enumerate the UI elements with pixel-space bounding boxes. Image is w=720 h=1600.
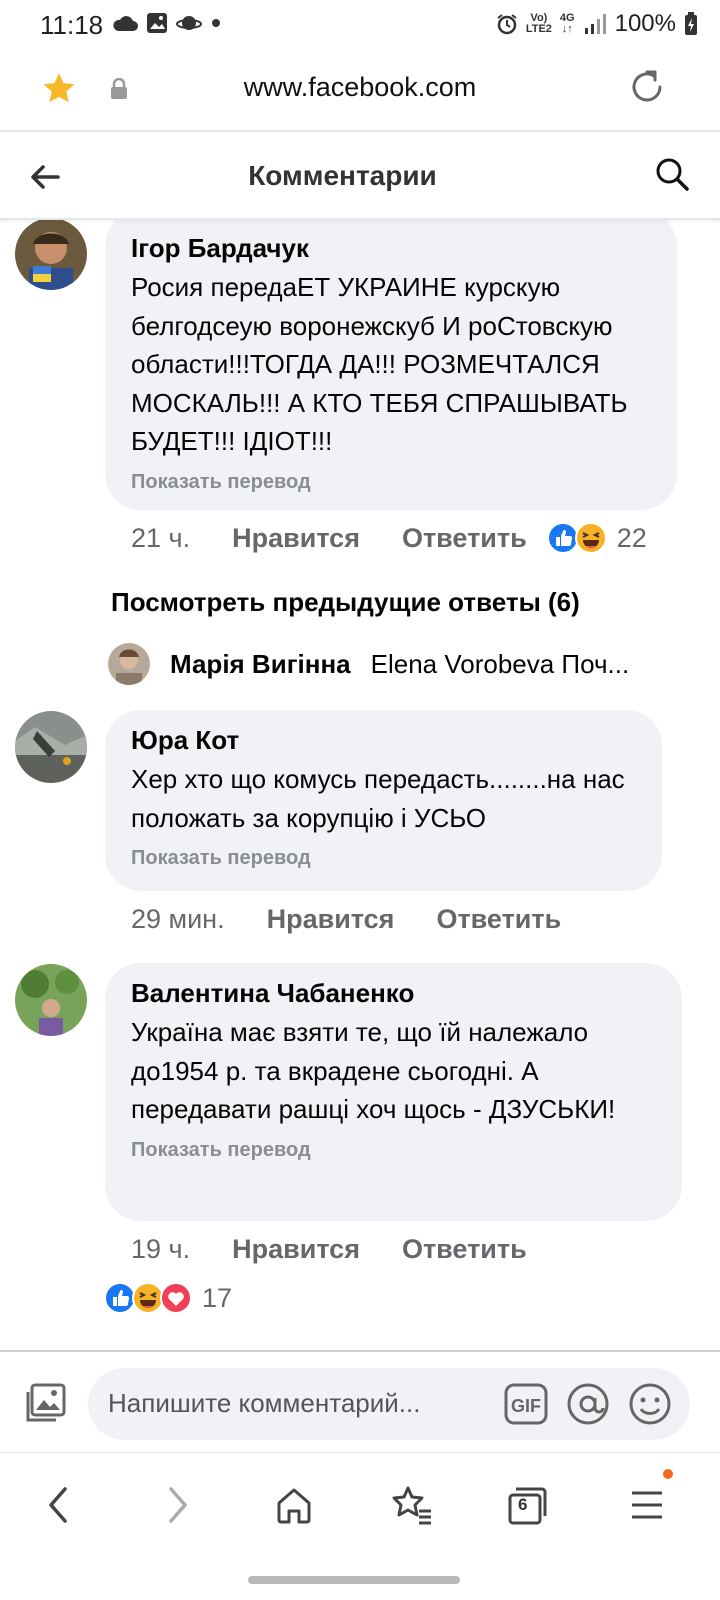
- gif-icon[interactable]: GIF: [504, 1383, 548, 1425]
- home-icon: [277, 1488, 311, 1524]
- page-title: Комментарии: [248, 160, 437, 191]
- comment-composer: Напишите комментарий... GIF: [0, 1350, 720, 1452]
- comment-text: Хер хто що комусь передасть........на на…: [131, 764, 625, 833]
- comment-time[interactable]: 19 ч.: [131, 1234, 190, 1265]
- avatar[interactable]: [15, 964, 87, 1036]
- forward-button[interactable]: [148, 1475, 208, 1535]
- view-previous-replies-link[interactable]: Посмотреть предыдущие ответы (6): [111, 587, 580, 618]
- like-button[interactable]: Нравится: [267, 904, 395, 935]
- gesture-bar[interactable]: [248, 1576, 460, 1584]
- back-button[interactable]: [28, 1475, 88, 1535]
- comment-meta: 21 ч. Нравится Ответить 22: [131, 522, 691, 554]
- avatar[interactable]: [15, 220, 87, 290]
- comment-text: Росия передаЕТ УКРАИНЕ курскую белгодсеу…: [131, 272, 628, 456]
- tab-count: 6: [518, 1495, 528, 1514]
- comment-placeholder[interactable]: Напишите комментарий...: [108, 1388, 420, 1419]
- volte-bottom: LTE2: [525, 23, 552, 35]
- battery-icon: [685, 12, 697, 35]
- avatar[interactable]: [108, 643, 150, 685]
- reply-preview[interactable]: Марія Вигінна Elena Vorobeva Поч...: [108, 643, 698, 685]
- show-translation-link[interactable]: Показать перевод: [131, 847, 638, 870]
- status-time: 11:18: [40, 10, 104, 40]
- comment-meta: 29 мин. Нравится Ответить: [131, 904, 561, 935]
- comment-bubble[interactable]: Валентина Чабаненко Україна має взяти те…: [105, 963, 682, 1221]
- like-button[interactable]: Нравится: [232, 523, 360, 554]
- reply-text: Elena Vorobeva Поч...: [370, 648, 630, 679]
- menu-button[interactable]: [617, 1469, 677, 1535]
- gen-bottom: ↓↑: [561, 23, 573, 35]
- browser-url-bar: www.facebook.com: [0, 50, 720, 132]
- reactions[interactable]: [546, 522, 607, 554]
- emoji-icon[interactable]: [628, 1382, 672, 1426]
- menu-icon: [632, 1491, 662, 1519]
- show-translation-link[interactable]: Показать перевод: [131, 1139, 658, 1162]
- bookmarks-button[interactable]: [382, 1475, 442, 1535]
- battery-percent: 100%: [614, 10, 676, 37]
- reply-button[interactable]: Ответить: [402, 1234, 527, 1265]
- dot-icon: [212, 19, 220, 27]
- comments-list: Ігор Бардачук Росия передаЕТ УКРАИНЕ кур…: [0, 220, 720, 1350]
- reactions[interactable]: [104, 1282, 192, 1314]
- gif-label: GIF: [511, 1396, 541, 1416]
- comment-author[interactable]: Юра Кот: [131, 724, 638, 756]
- mention-icon[interactable]: [566, 1382, 610, 1426]
- signal-icon: [584, 14, 606, 34]
- alarm-icon: [497, 14, 517, 35]
- like-button[interactable]: Нравится: [232, 1234, 360, 1265]
- haha-reaction-icon: [574, 522, 607, 554]
- comment-bubble[interactable]: Ігор Бардачук Росия передаЕТ УКРАИНЕ кур…: [105, 220, 677, 510]
- love-reaction-icon: [160, 1282, 192, 1314]
- cloud-icon: [113, 16, 138, 31]
- reaction-count[interactable]: 17: [202, 1283, 232, 1314]
- comment-reactions[interactable]: 17: [104, 1282, 232, 1314]
- menu-notification-dot: [663, 1469, 673, 1479]
- comment-author[interactable]: Валентина Чабаненко: [131, 977, 658, 1009]
- tabs-button[interactable]: 6: [497, 1475, 557, 1535]
- home-button[interactable]: [264, 1475, 324, 1535]
- show-translation-link[interactable]: Показать перевод: [131, 471, 653, 494]
- comments-header: Комментарии: [0, 132, 720, 220]
- comment-time[interactable]: 21 ч.: [131, 523, 190, 554]
- bookmark-star-list-icon: [392, 1486, 431, 1525]
- chevron-right-icon: [169, 1487, 187, 1523]
- gallery-icon: [147, 13, 167, 33]
- status-right: Vo) LTE2 4G ↓↑ 100%: [496, 10, 698, 38]
- reload-icon[interactable]: [628, 68, 666, 106]
- comment-bubble[interactable]: Юра Кот Хер хто що комусь передасть.....…: [105, 710, 662, 891]
- avatar[interactable]: [15, 711, 87, 783]
- volte-indicator: Vo) LTE2: [526, 13, 552, 35]
- photo-attach-icon[interactable]: [24, 1382, 68, 1426]
- search-icon[interactable]: [654, 156, 690, 192]
- comment-author[interactable]: Ігор Бардачук: [131, 232, 653, 264]
- url-text[interactable]: www.facebook.com: [0, 72, 720, 103]
- reaction-count[interactable]: 22: [617, 523, 647, 554]
- comment-input[interactable]: Напишите комментарий... GIF: [88, 1368, 690, 1440]
- comment-meta: 19 ч. Нравится Ответить: [131, 1234, 527, 1265]
- reply-button[interactable]: Ответить: [436, 904, 561, 935]
- planet-icon: [176, 16, 202, 30]
- chevron-left-icon: [49, 1487, 67, 1523]
- reply-author[interactable]: Марія Вигінна: [170, 649, 351, 680]
- network-gen-indicator: 4G ↓↑: [560, 13, 575, 35]
- reply-button[interactable]: Ответить: [402, 523, 527, 554]
- comment-text: Україна має взяти те, що їй належало до1…: [131, 1017, 616, 1124]
- comment-time[interactable]: 29 мин.: [131, 904, 225, 935]
- status-bar: 11:18 Vo) LTE2 4G ↓↑ 100%: [0, 0, 720, 50]
- notification-icons: [112, 12, 222, 34]
